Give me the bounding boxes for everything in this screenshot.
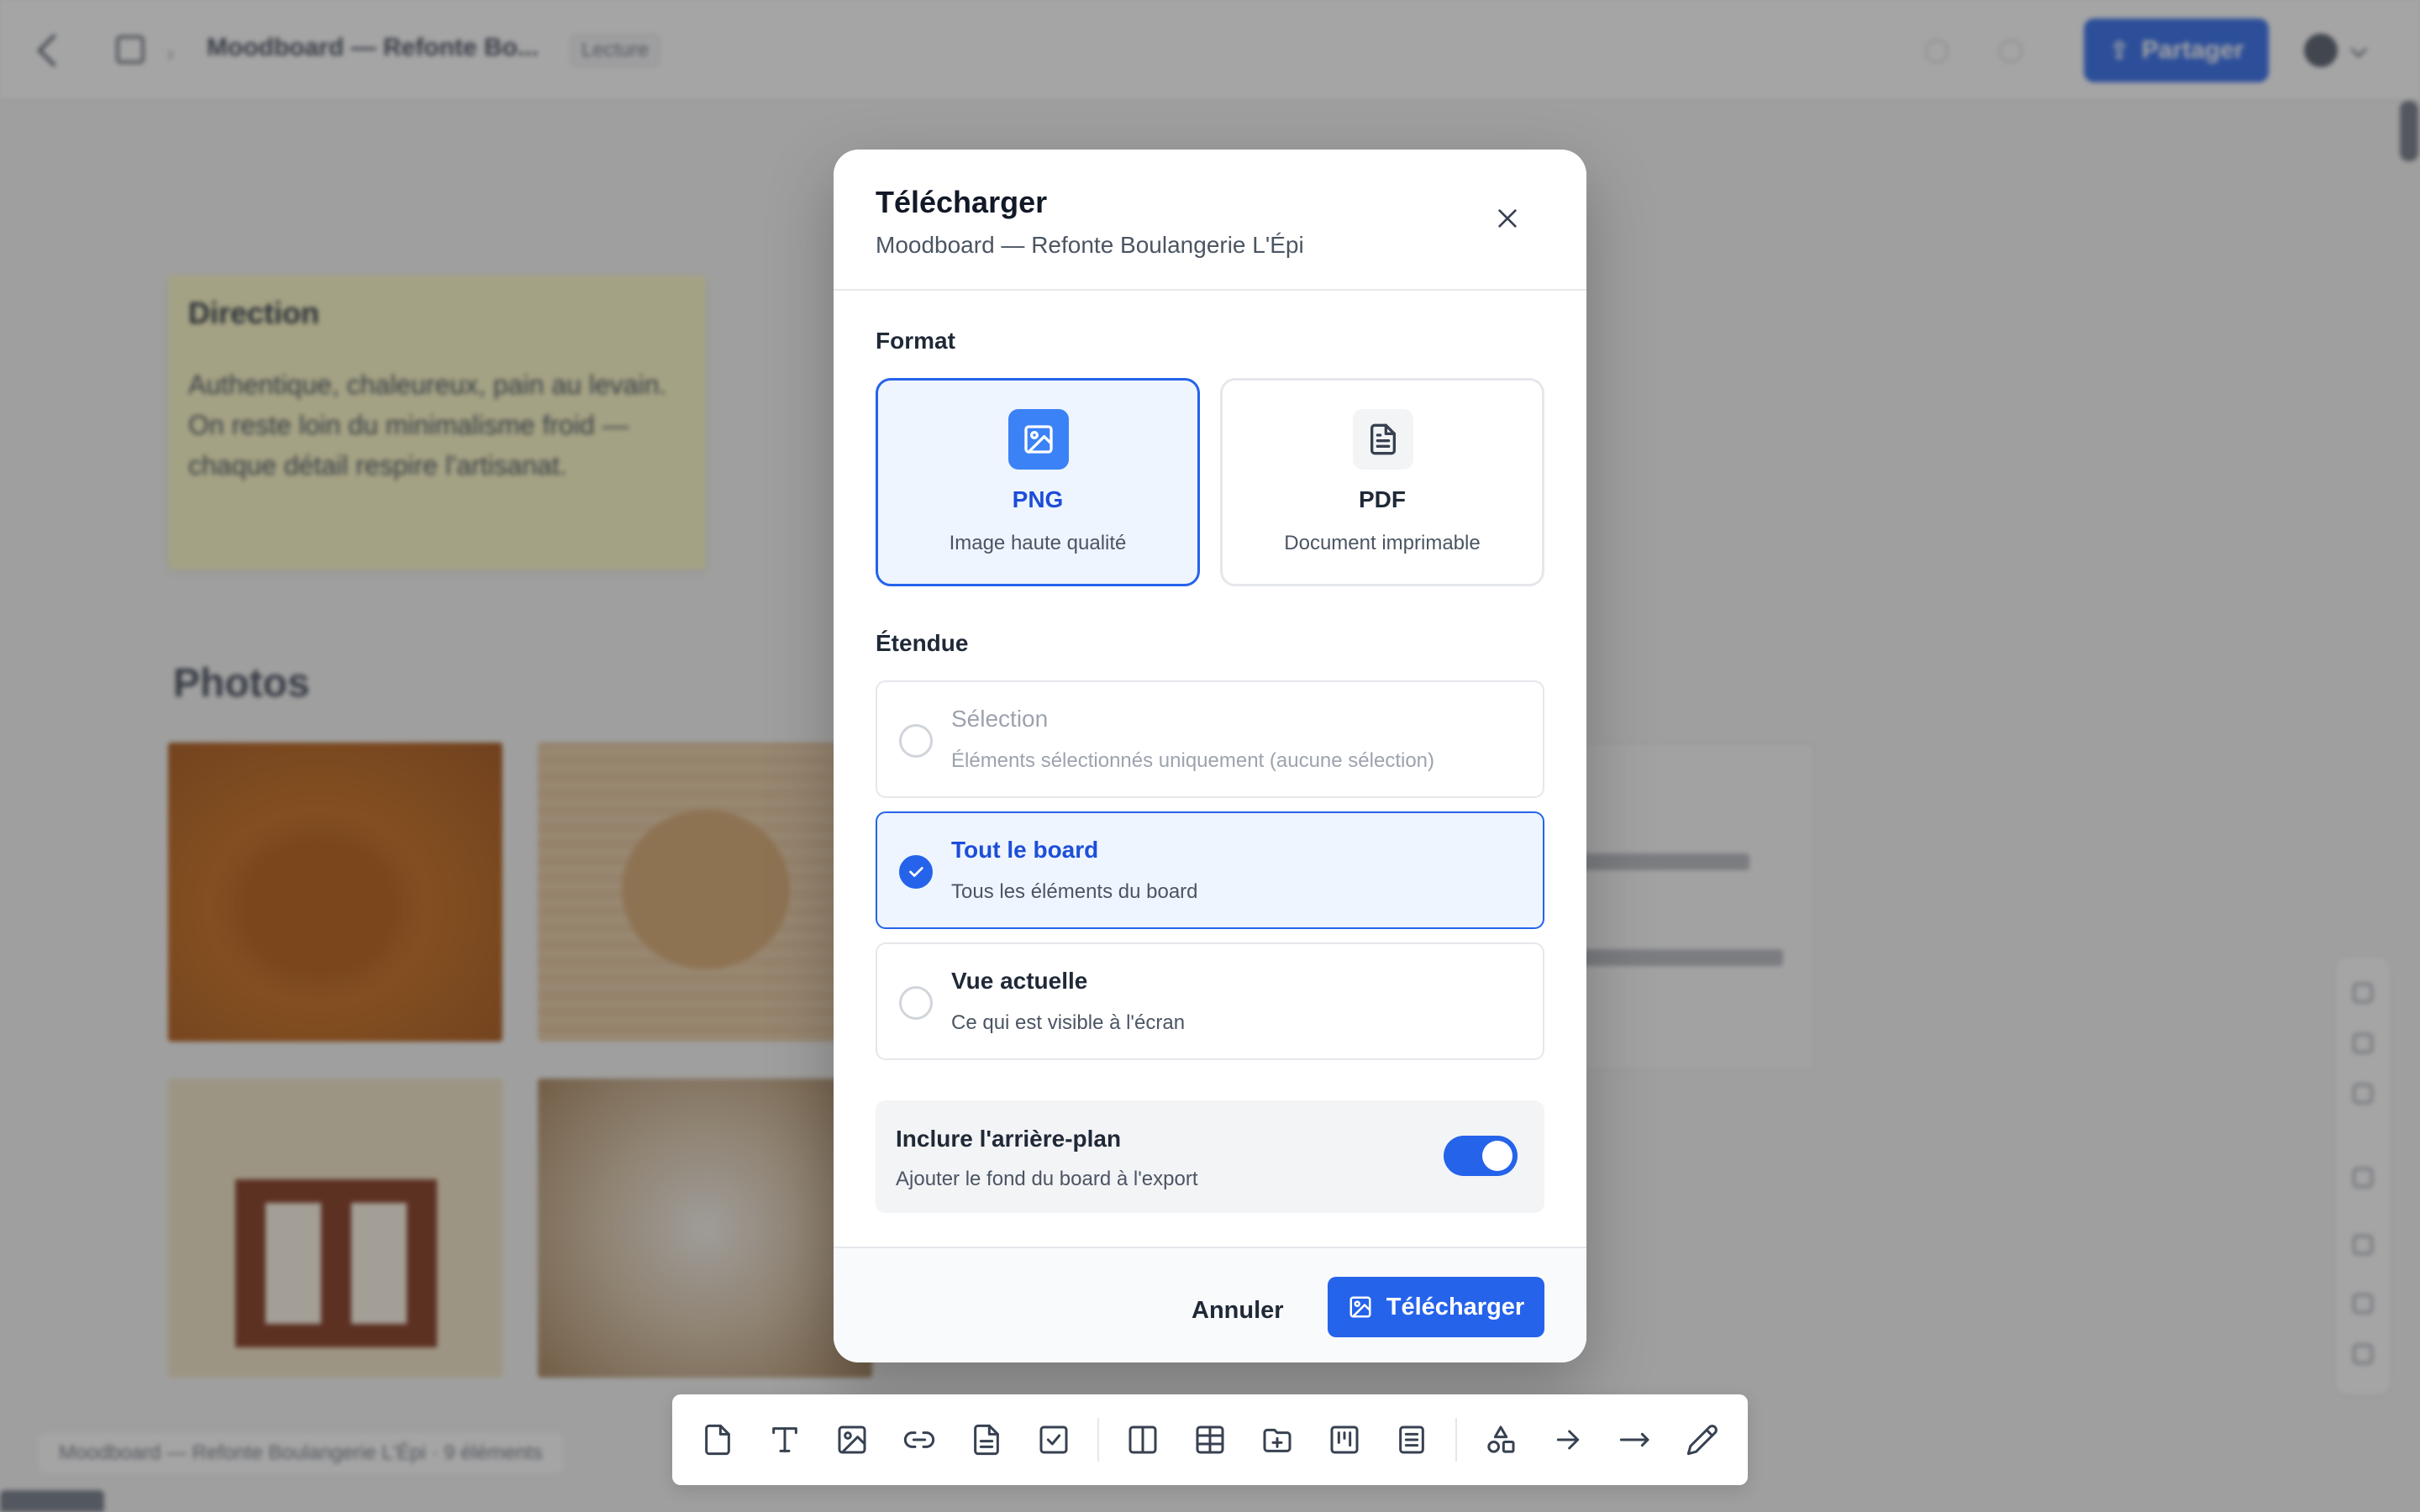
todo-icon[interactable] <box>1034 1420 1074 1460</box>
column-icon[interactable] <box>1123 1420 1163 1460</box>
line-icon[interactable] <box>1615 1420 1655 1460</box>
dialog-header: Télécharger Moodboard — Refonte Boulange… <box>834 150 1586 291</box>
scope-option-selection[interactable]: Sélection Éléments sélectionnés uniqueme… <box>876 680 1544 798</box>
format-desc: Image haute qualité <box>949 532 1127 554</box>
bottom-toolbar <box>672 1394 1748 1485</box>
background-toggle[interactable] <box>1444 1136 1518 1176</box>
radio-button[interactable] <box>899 986 933 1020</box>
radio-button[interactable] <box>899 724 933 758</box>
scope-desc: Éléments sélectionnés uniquement (aucune… <box>951 749 1435 772</box>
format-name: PNG <box>1012 486 1064 512</box>
dialog-title: Télécharger <box>876 185 1048 219</box>
scope-option-view[interactable]: Vue actuelle Ce qui est visible à l'écra… <box>876 942 1544 1060</box>
toolbar-divider <box>1455 1418 1457 1462</box>
arrow-icon[interactable] <box>1548 1420 1588 1460</box>
text-icon[interactable] <box>765 1420 805 1460</box>
toolbar-divider <box>1097 1418 1099 1462</box>
format-label: Format <box>876 328 955 354</box>
download-button[interactable]: Télécharger <box>1328 1277 1544 1337</box>
note-icon[interactable] <box>697 1420 738 1460</box>
scope-desc: Ce qui est visible à l'écran <box>951 1011 1186 1034</box>
pen-icon[interactable] <box>1682 1420 1723 1460</box>
scope-desc: Tous les éléments du board <box>951 880 1198 903</box>
dialog-footer: Annuler Télécharger <box>834 1247 1586 1362</box>
background-setting: Inclure l'arrière-plan Ajouter le fond d… <box>876 1100 1544 1213</box>
list-icon[interactable] <box>1392 1420 1432 1460</box>
board-icon[interactable] <box>1257 1420 1297 1460</box>
scope-title: Vue actuelle <box>951 968 1088 994</box>
download-dialog: Télécharger Moodboard — Refonte Boulange… <box>834 150 1586 1362</box>
download-label: Télécharger <box>1386 1293 1525 1320</box>
close-button[interactable] <box>1489 200 1526 237</box>
format-option-png[interactable]: PNG Image haute qualité <box>876 378 1200 586</box>
format-name: PDF <box>1359 486 1406 512</box>
cancel-button[interactable]: Annuler <box>1185 1280 1291 1341</box>
radio-button[interactable] <box>899 855 933 889</box>
document-icon <box>1353 409 1413 470</box>
scope-option-board[interactable]: Tout le board Tous les éléments du board <box>876 811 1544 929</box>
background-desc: Ajouter le fond du board à l'export <box>896 1168 1198 1190</box>
scope-title: Sélection <box>951 706 1049 732</box>
scope-label: Étendue <box>876 630 969 656</box>
document-icon[interactable] <box>966 1420 1007 1460</box>
background-title: Inclure l'arrière-plan <box>896 1126 1122 1152</box>
table-icon[interactable] <box>1190 1420 1230 1460</box>
image-icon <box>1349 1296 1371 1318</box>
close-icon <box>1498 209 1517 228</box>
kanban-icon[interactable] <box>1324 1420 1365 1460</box>
dialog-subtitle: Moodboard — Refonte Boulangerie L'Épi <box>876 232 1304 258</box>
toggle-knob <box>1482 1141 1512 1171</box>
shapes-icon[interactable] <box>1481 1420 1521 1460</box>
format-desc: Document imprimable <box>1284 532 1481 554</box>
format-option-pdf[interactable]: PDF Document imprimable <box>1220 378 1544 586</box>
link-icon[interactable] <box>899 1420 939 1460</box>
check-icon <box>909 867 923 877</box>
image-icon <box>1008 409 1069 470</box>
image-icon[interactable] <box>832 1420 872 1460</box>
scope-title: Tout le board <box>951 837 1099 863</box>
